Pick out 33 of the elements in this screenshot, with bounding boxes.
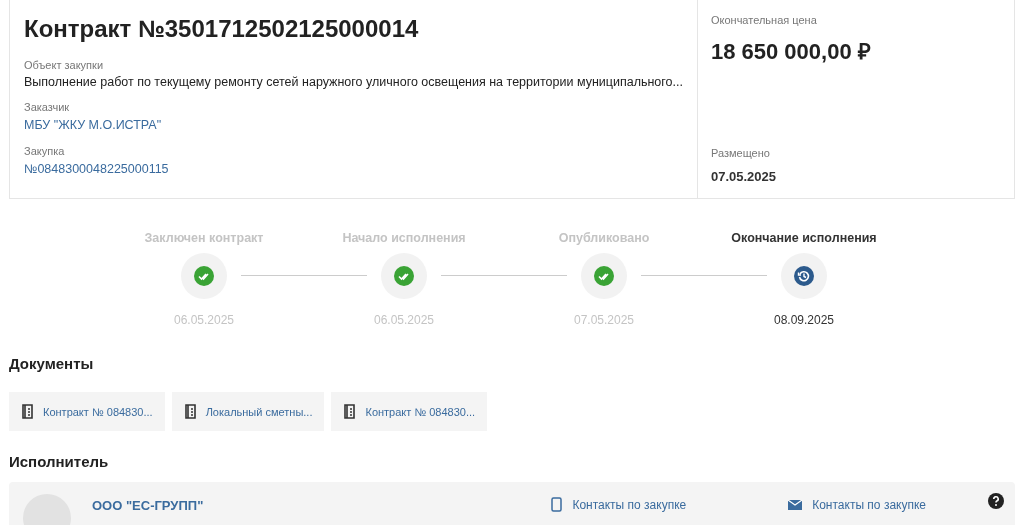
stage-date: 07.05.2025: [573, 311, 635, 329]
field-link[interactable]: №0848300048225000115: [24, 158, 683, 180]
document-button[interactable]: Локальный сметны...: [171, 392, 325, 432]
field-label: Объект закупки: [24, 58, 105, 72]
posted-label: Размещено: [710, 146, 771, 161]
stage-date: 06.05.2025: [373, 311, 435, 329]
stage-label: Заключен контракт: [144, 230, 264, 247]
contacts-link[interactable]: Контакты по закупке: [812, 495, 926, 514]
phone-icon: [551, 497, 563, 513]
help-icon[interactable]: [988, 492, 1004, 509]
executor-name[interactable]: ООО "ЕС-ГРУПП": [92, 495, 204, 516]
price-value: 18 650 000,00 ₽: [710, 37, 872, 66]
document-button[interactable]: Контракт № 084830...: [331, 392, 488, 432]
contacts-link[interactable]: Контакты по закупке: [572, 495, 687, 514]
posted-date: 07.05.2025: [710, 167, 778, 186]
stage-label: Опубликовано: [558, 230, 650, 247]
contract-title: Контракт №3501712502125000014: [24, 14, 420, 44]
document-button[interactable]: Контракт № 084830...: [9, 392, 165, 432]
field-value: Выполнение работ по текущему ремонту сетей наружного уличного освещения на территории муниципального...: [24, 74, 683, 91]
stage-date: 08.09.2025: [773, 311, 835, 329]
section-title: Исполнитель: [9, 452, 110, 473]
field-label: Закупка: [24, 144, 66, 158]
stage-label: Начало исполнения: [342, 230, 466, 247]
price-label: Окончательная цена: [710, 13, 818, 28]
field-link[interactable]: МБУ "ЖКУ М.О.ИСТРА": [24, 114, 683, 136]
envelope-icon: [788, 499, 803, 510]
section-title: Документы: [9, 353, 95, 374]
document-icon: [183, 404, 197, 420]
document-icon: [21, 404, 34, 420]
field-label: Заказчик: [24, 100, 71, 114]
stage-date: 06.05.2025: [173, 311, 235, 329]
document-icon: [343, 404, 357, 420]
stage-label: Окончание исполнения: [731, 230, 877, 247]
